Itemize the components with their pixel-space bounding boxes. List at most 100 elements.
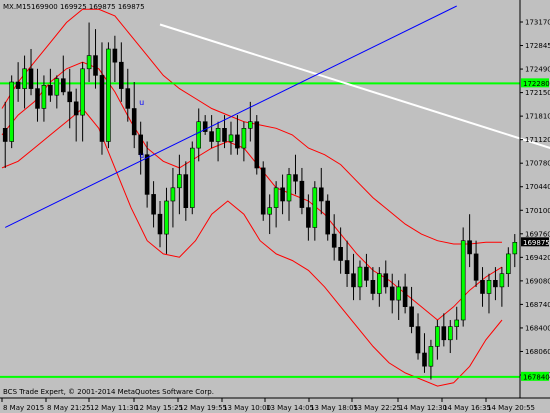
candle-body [112, 48, 118, 63]
candle-body [93, 55, 98, 76]
lower-level-tag-text: 167840 [523, 373, 550, 381]
candle-body [364, 266, 369, 281]
candle-body [460, 240, 466, 321]
copyright-footer: BCS Trade Expert, © 2001-2014 MetaQuotes… [3, 388, 214, 396]
candle-body [9, 81, 14, 142]
candle-body [376, 273, 382, 294]
candle [325, 194, 331, 241]
candle-body [15, 81, 21, 89]
price-tick-label: 171810 [525, 113, 550, 121]
candle-body [106, 48, 111, 142]
candle-body [196, 121, 201, 149]
candle-body [318, 187, 324, 202]
candle-body [331, 233, 337, 248]
candle-body [441, 326, 447, 341]
candle-body [254, 121, 260, 169]
candle-body [351, 273, 356, 288]
price-tick-label: 168740 [525, 301, 550, 309]
candle-body [144, 154, 150, 195]
candle-body [215, 128, 221, 142]
time-tick-label: 12 May 11:30 [90, 404, 138, 412]
candle-body [99, 75, 105, 142]
time-tick-label: 13 May 10:00 [223, 404, 271, 412]
candle-body [396, 286, 402, 301]
candle-body [151, 194, 156, 215]
upper-level-tag: 172280 [521, 78, 550, 88]
time-tick-label: 12 May 19:55 [179, 404, 227, 412]
candle-body [505, 253, 511, 274]
time-tick-label: 8 May 2015 [3, 404, 44, 412]
price-tick-label: 168400 [525, 324, 550, 332]
candle-body [60, 78, 66, 93]
candle-body [35, 88, 40, 109]
candle-body [409, 306, 414, 327]
candle [260, 161, 266, 221]
price-tick-label: 170440 [525, 183, 550, 191]
candle-body [125, 88, 131, 109]
candle-body [67, 91, 72, 103]
candle-body [499, 273, 505, 288]
price-tick-label: 171120 [525, 136, 550, 144]
candle-body [2, 128, 8, 142]
candle [190, 141, 195, 215]
time-tick-label: 13 May 22:25 [353, 404, 401, 412]
price-chart[interactable]: u u 173170 172845 172490 172150 171810 171120 1… [0, 0, 550, 413]
candle-body [22, 68, 27, 89]
candle [460, 227, 466, 327]
candle-body [267, 207, 273, 215]
candle-body [170, 187, 176, 202]
candle-body [447, 326, 453, 341]
candle-body [54, 78, 60, 96]
candle-body [402, 286, 408, 307]
price-tick-label: 170780 [525, 160, 550, 168]
candle [106, 42, 111, 149]
candle-body [415, 326, 421, 354]
price-tick-label: 172150 [525, 89, 550, 97]
time-tick-label: 14 May 12:30 [399, 404, 447, 412]
ohlc-readout: 169900 169925 169875 169875 [31, 3, 145, 11]
time-tick-label: 14 May 16:35 [443, 404, 491, 412]
candle-body [119, 61, 124, 89]
candle-body [454, 319, 460, 327]
candle-body [493, 279, 498, 288]
candle-body [344, 260, 350, 274]
candle-body [467, 240, 472, 255]
signal-marker: u [139, 98, 144, 107]
candle-body [131, 108, 137, 136]
candle-body [80, 68, 85, 116]
candle-body [286, 174, 292, 202]
candle-body [435, 326, 440, 347]
lower-level-tag: 167840 [521, 371, 550, 381]
candle-body [486, 279, 492, 294]
candle-body [41, 85, 47, 109]
candle-body [209, 131, 214, 142]
price-tick-label: 173170 [525, 19, 550, 27]
candle-body [357, 266, 363, 288]
candle-body [512, 242, 518, 255]
candle-body [422, 352, 427, 367]
candle-body [473, 253, 479, 281]
candle-body [183, 174, 189, 209]
candle-body [260, 167, 266, 215]
price-tick-label: 168060 [525, 348, 550, 356]
time-tick-label: 13 May 18:05 [310, 404, 358, 412]
candle-body [222, 128, 227, 142]
candle-body [306, 207, 311, 228]
candle-body [338, 247, 343, 261]
candle-body [293, 174, 298, 182]
time-tick-label: 13 May 14:05 [266, 404, 314, 412]
candle-body [164, 200, 169, 235]
price-tick-label: 172490 [525, 66, 550, 74]
time-tick-label: 12 May 15:25 [135, 404, 183, 412]
symbol-label: MX.M15 [3, 3, 31, 11]
candle-body [480, 279, 485, 294]
candle [9, 75, 14, 149]
candle-body [248, 121, 253, 129]
price-tick-label: 170100 [525, 207, 550, 215]
price-tick-label: 169420 [525, 254, 550, 262]
candle-body [177, 174, 182, 189]
candle-body [383, 273, 389, 288]
price-tick-label: 169080 [525, 277, 550, 285]
current-price-tag-text: 169875 [523, 239, 550, 247]
candle-body [389, 286, 395, 301]
